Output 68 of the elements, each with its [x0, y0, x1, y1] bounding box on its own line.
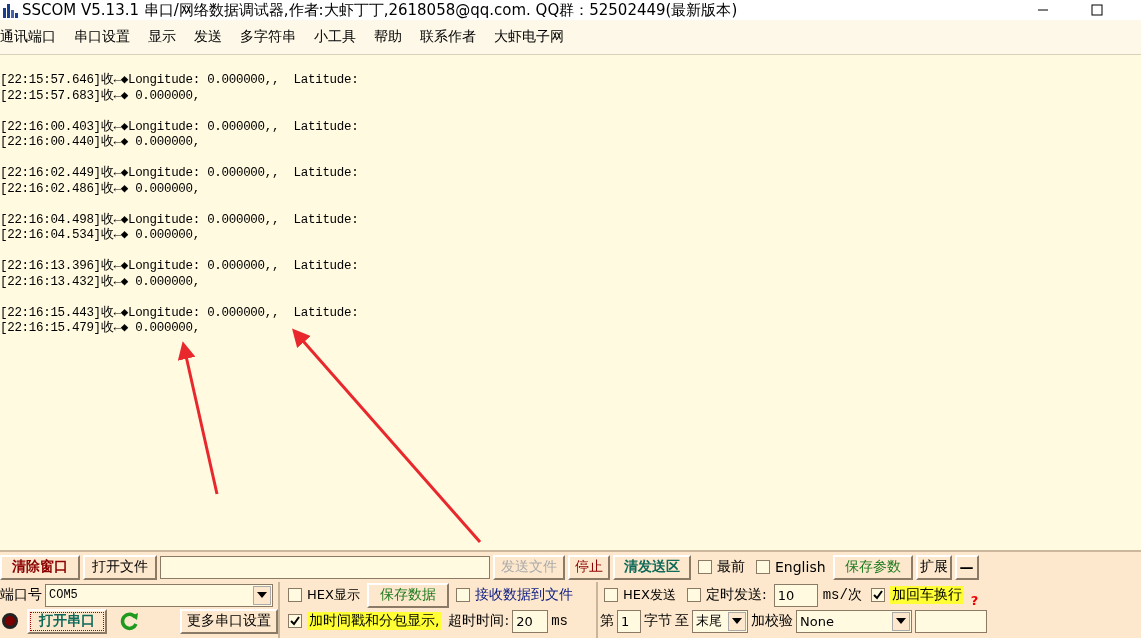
- bar-chart-icon: [2, 2, 18, 18]
- menu-item[interactable]: 联系作者: [420, 28, 485, 46]
- menu-item[interactable]: 串口设置: [74, 28, 139, 46]
- checkbox[interactable]: [756, 560, 770, 574]
- clear-window-button[interactable]: 清除窗口: [0, 554, 80, 580]
- log-line: [22:16:04.534]收←◆ 0.000000,: [0, 228, 201, 244]
- log-line: [22:16:15.443]收←◆Longitude: 0.000000,, Latitude:: [0, 305, 360, 320]
- menu-item[interactable]: 通讯端口: [0, 28, 65, 46]
- checksum-dropdown[interactable]: None: [796, 609, 912, 633]
- clear-send-button[interactable]: 清发送区: [613, 554, 691, 580]
- open-port-button[interactable]: 打开串口: [27, 608, 107, 634]
- menu-item[interactable]: 帮助: [374, 28, 411, 46]
- timeout-field[interactable]: 20: [512, 609, 549, 633]
- checkbox[interactable]: [288, 588, 302, 602]
- port-label: 端口号: [0, 586, 42, 604]
- log-line: [22:16:02.486]收←◆ 0.000000,: [0, 181, 201, 197]
- log-line: [22:16:15.479]收←◆ 0.000000,: [0, 321, 201, 337]
- checkbox-label: 定时发送:: [705, 586, 767, 604]
- from-byte-field[interactable]: 1: [617, 609, 641, 633]
- open-file-button[interactable]: 打开文件: [83, 554, 157, 580]
- byte-label: 字节: [644, 612, 672, 630]
- help-icon[interactable]: ?: [970, 593, 979, 608]
- checkbox[interactable]: [604, 588, 618, 602]
- window-title: SSCOM V5.13.1 串口/网络数据调试器,作者:大虾丁丁,2618058@qq.com. QQ群：52502449(最新版本): [22, 0, 738, 20]
- more-port-settings-button[interactable]: 更多串口设置: [180, 608, 278, 634]
- expand-button[interactable]: 扩展: [915, 554, 952, 580]
- checkbox-label: HEX显示: [307, 586, 360, 604]
- log-line: [22:16:13.396]收←◆Longitude: 0.000000,, Latitude:: [0, 259, 360, 274]
- to-label: 至: [675, 612, 689, 630]
- checkbox[interactable]: [455, 588, 470, 602]
- collapse-button[interactable]: —: [954, 554, 979, 580]
- maximize-icon[interactable]: [1091, 4, 1103, 16]
- checkbox[interactable]: [870, 588, 885, 602]
- log-line: [22:15:57.646]收←◆Longitude: 0.000000,, Latitude:: [0, 73, 360, 88]
- stop-button[interactable]: 停止: [568, 554, 610, 580]
- checkbox-label: 最前: [717, 558, 745, 576]
- save-data-button[interactable]: 保存数据: [366, 582, 449, 608]
- send-text-field[interactable]: [915, 609, 987, 633]
- checkbox-label: HEX发送: [623, 586, 676, 604]
- interval-field[interactable]: 10: [773, 583, 818, 607]
- menu-item[interactable]: 显示: [148, 28, 185, 46]
- log-line: [22:16:00.440]收←◆ 0.000000,: [0, 135, 201, 151]
- save-settings-button[interactable]: 保存参数: [832, 554, 913, 580]
- checksum-label: 加校验: [751, 612, 793, 630]
- checkbox-label: 加回车换行: [889, 586, 964, 604]
- checkbox[interactable]: [686, 588, 701, 602]
- to-dropdown[interactable]: 末尾: [692, 609, 748, 633]
- checkbox-label: 加时间戳和分包显示,: [307, 612, 442, 630]
- log-line: [22:15:57.683]收←◆ 0.000000,: [0, 88, 201, 104]
- refresh-icon[interactable]: [120, 611, 140, 631]
- log-line: [22:16:13.432]收←◆ 0.000000,: [0, 274, 201, 290]
- port-dropdown[interactable]: COM5: [45, 583, 273, 607]
- menu-item[interactable]: 大虾电子网: [494, 28, 573, 46]
- menu-item[interactable]: 小工具: [314, 28, 365, 46]
- checkbox-label: English: [775, 559, 826, 575]
- log-line: [22:16:00.403]收←◆Longitude: 0.000000,, Latitude:: [0, 119, 360, 134]
- menu-item[interactable]: 发送: [194, 28, 231, 46]
- log-line: [22:16:04.498]收←◆Longitude: 0.000000,, Latitude:: [0, 212, 360, 227]
- interval-unit: ms/次: [822, 586, 862, 604]
- timeout-label: 超时时间:: [448, 612, 510, 630]
- checkbox-label: 接收数据到文件: [474, 586, 573, 604]
- checkbox[interactable]: [288, 614, 302, 628]
- timeout-unit: ms: [551, 613, 568, 629]
- checkbox[interactable]: [698, 560, 712, 574]
- file-path-field[interactable]: [160, 555, 490, 579]
- menu-item[interactable]: 多字符串: [240, 28, 305, 46]
- from-label: 第: [600, 612, 614, 630]
- log-line: [22:16:02.449]收←◆Longitude: 0.000000,, Latitude:: [0, 166, 360, 181]
